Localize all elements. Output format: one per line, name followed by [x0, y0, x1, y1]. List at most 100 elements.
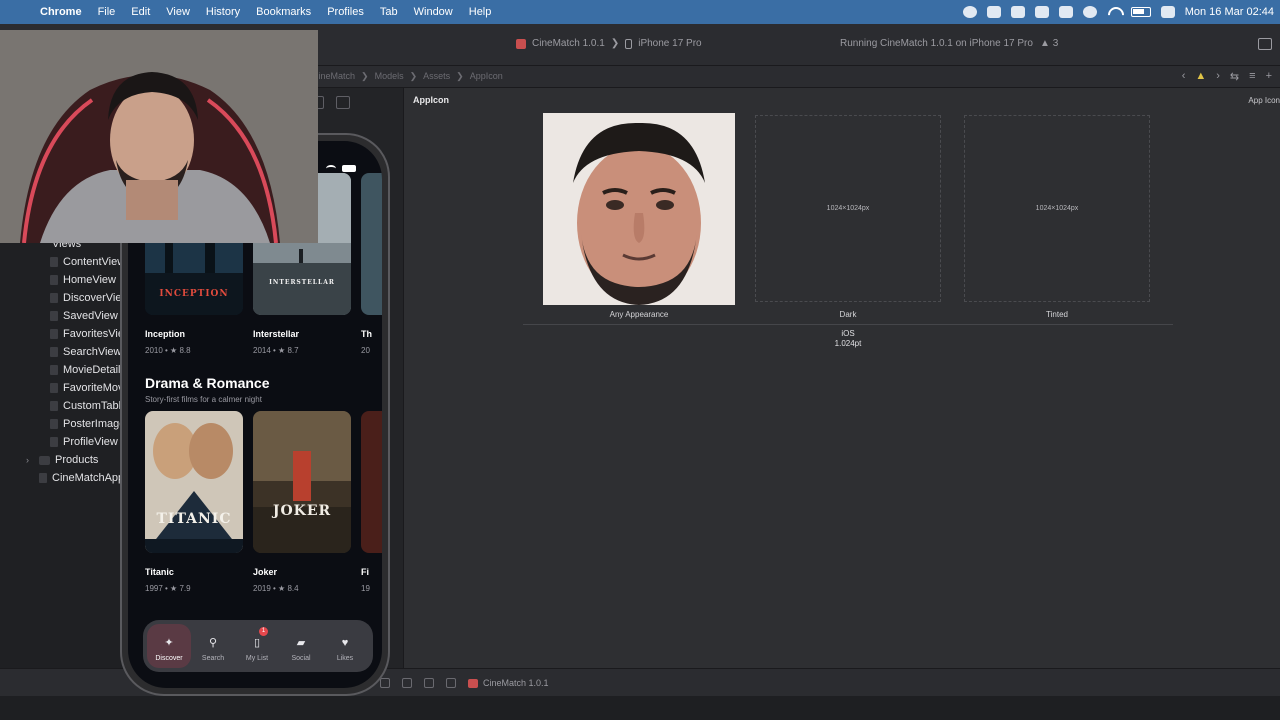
folder-icon	[39, 455, 50, 465]
icon-well-tinted[interactable]: 1024×1024px	[964, 115, 1150, 302]
tab-likes[interactable]: ♥ Likes	[323, 624, 367, 668]
menu-view[interactable]: View	[158, 6, 198, 18]
nav-file[interactable]: PosterImage	[0, 415, 124, 433]
movie-poster[interactable]	[361, 173, 382, 315]
warning-indicator[interactable]: ▲ 3	[1040, 38, 1058, 49]
icon-well-dark[interactable]: 1024×1024px	[755, 115, 941, 302]
nav-file[interactable]: SavedView	[0, 307, 124, 325]
screen-share-icon[interactable]	[962, 6, 977, 18]
nav-file[interactable]: HomeView	[0, 271, 124, 289]
warning-triangle-icon[interactable]: ▲	[1195, 70, 1206, 83]
nav-file[interactable]: CineMatchApp	[0, 469, 124, 487]
menu-edit[interactable]: Edit	[123, 6, 158, 18]
battery-icon[interactable]	[1130, 7, 1151, 17]
location-icon[interactable]	[446, 678, 456, 688]
nav-file-label: ProfileView	[63, 436, 118, 448]
chevron-right-icon[interactable]: ›	[1216, 70, 1220, 83]
icon-well-any-appearance[interactable]	[543, 113, 735, 305]
nav-file-label: HomeView	[63, 274, 116, 286]
scheme-selector[interactable]: CineMatch 1.0.1 ❯ iPhone 17 Pro	[516, 38, 702, 49]
menu-app-chrome[interactable]: Chrome	[40, 6, 90, 18]
copy-icon[interactable]	[336, 96, 350, 109]
movie-rating: 7.9	[179, 584, 191, 593]
debug-view-icon[interactable]	[380, 678, 390, 688]
movie-year: 2019	[253, 584, 271, 593]
swift-file-icon	[50, 329, 58, 339]
webcam-overlay	[0, 30, 318, 243]
menu-file[interactable]: File	[90, 6, 124, 18]
movie-poster[interactable]: JOKER	[253, 411, 351, 553]
chevron-right-icon[interactable]: ›	[26, 455, 34, 465]
swift-file-icon	[39, 473, 47, 483]
chat-bubbles-icon: ▰	[296, 637, 306, 649]
swap-icon[interactable]: ⇆	[1230, 70, 1239, 83]
list-icon[interactable]: ≡	[1249, 70, 1255, 83]
inspector-toggle-icon[interactable]	[1258, 38, 1272, 50]
destination-name[interactable]: iPhone 17 Pro	[638, 38, 701, 49]
menu-window[interactable]: Window	[406, 6, 461, 18]
movie-title: Fi	[361, 567, 369, 577]
menu-help[interactable]: Help	[461, 6, 500, 18]
platform-name: iOS	[841, 329, 855, 338]
movie-title: Interstellar	[253, 329, 300, 339]
process-selector[interactable]: CineMatch 1.0.1	[468, 678, 549, 688]
chevron-left-icon[interactable]: ‹	[1182, 70, 1186, 83]
nav-file[interactable]: ContentView	[0, 253, 124, 271]
app-icon-portrait-image	[543, 113, 735, 305]
breadcrumb-item[interactable]: AppIcon	[470, 71, 503, 82]
menu-profiles[interactable]: Profiles	[319, 6, 372, 18]
wifi-icon	[326, 165, 336, 172]
tab-discover[interactable]: ✦ Discover	[147, 624, 191, 668]
menu-history[interactable]: History	[198, 6, 248, 18]
facetime-icon[interactable]	[1010, 6, 1025, 18]
nav-file[interactable]: FavoritesView	[0, 325, 124, 343]
bookmark-icon: ▯	[253, 637, 261, 649]
nav-file[interactable]: CustomTabl	[0, 397, 124, 415]
pen-icon[interactable]	[1034, 6, 1049, 18]
window-icon[interactable]	[986, 6, 1001, 18]
breadcrumb-item[interactable]: Assets	[423, 71, 450, 82]
star-icon: ★	[278, 346, 286, 355]
memory-graph-icon[interactable]	[402, 678, 412, 688]
menu-clock[interactable]: Mon 16 Mar 02:44	[1185, 6, 1274, 18]
nav-file-label: ContentView	[63, 256, 124, 268]
environment-icon[interactable]	[424, 678, 434, 688]
control-center-icon[interactable]	[1160, 6, 1175, 18]
movie-rating: 8.4	[287, 584, 299, 593]
scheme-name[interactable]: CineMatch 1.0.1	[532, 38, 605, 49]
nav-file[interactable]: DiscoverView	[0, 289, 124, 307]
movie-poster[interactable]	[361, 411, 382, 553]
nav-file[interactable]: FavoriteMov	[0, 379, 124, 397]
movie-year: 1997	[145, 584, 163, 593]
wifi-icon[interactable]	[1107, 6, 1121, 18]
tab-social[interactable]: ▰ Social	[279, 624, 323, 668]
nav-file[interactable]: SearchView	[0, 343, 124, 361]
movie-year: 2014	[253, 346, 271, 355]
play-icon[interactable]	[1082, 6, 1097, 18]
menu-tab[interactable]: Tab	[372, 6, 406, 18]
app-scheme-icon	[468, 678, 478, 688]
movie-meta: 2019 • ★ 8.4	[253, 584, 299, 593]
nav-file[interactable]: MovieDetail	[0, 361, 124, 379]
add-icon[interactable]: +	[1266, 70, 1272, 83]
nav-file-label: CustomTabl	[63, 400, 122, 412]
tab-search[interactable]: ⚲ Search	[191, 624, 235, 668]
iphone-device-icon	[625, 38, 633, 49]
divider	[523, 324, 1173, 325]
nav-group-products[interactable]: › Products	[0, 451, 124, 469]
breadcrumb-item[interactable]: CineMatch	[312, 71, 355, 82]
tab-my-list[interactable]: 1 ▯ My List	[235, 624, 279, 668]
bottom-strip	[0, 696, 1280, 720]
breadcrumb-item[interactable]: Models	[375, 71, 404, 82]
movie-meta: 1997 • ★ 7.9	[145, 584, 191, 593]
movie-meta: 2014 • ★ 8.7	[253, 346, 299, 355]
movie-poster[interactable]: TITANIC	[145, 411, 243, 553]
swift-file-icon	[50, 257, 58, 267]
nav-file-label: FavoritesView	[63, 328, 124, 340]
star-icon: ★	[170, 346, 178, 355]
nav-file[interactable]: ProfileView	[0, 433, 124, 451]
app-scheme-icon	[516, 38, 526, 49]
notion-icon[interactable]	[1058, 6, 1073, 18]
menu-bookmarks[interactable]: Bookmarks	[248, 6, 319, 18]
movie-title: Inception	[145, 329, 185, 339]
